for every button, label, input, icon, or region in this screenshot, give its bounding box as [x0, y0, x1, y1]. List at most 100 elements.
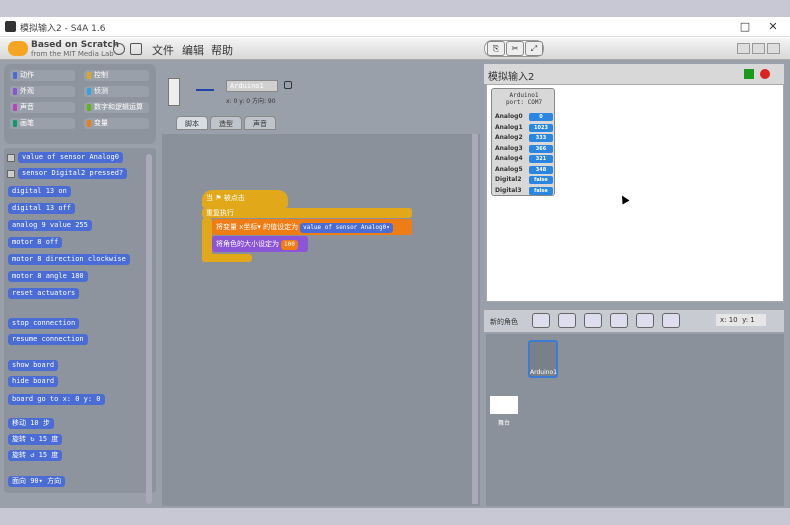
- stage-card[interactable]: [490, 396, 518, 414]
- menu-edit[interactable]: 编辑: [182, 42, 204, 58]
- category-label: 声音: [20, 103, 34, 111]
- stage-title: 模拟输入2: [488, 72, 535, 83]
- watcher-value: false: [529, 186, 553, 195]
- palette-block[interactable]: digital 13 on: [8, 186, 71, 197]
- palette-block[interactable]: 旋转 ↻ 15 度: [8, 434, 63, 445]
- script-scrollbar[interactable]: [472, 134, 478, 504]
- watcher-value: false: [529, 176, 553, 184]
- globe-icon[interactable]: [113, 43, 125, 55]
- category-3[interactable]: 侦测: [84, 86, 149, 97]
- watcher-row: Digital3 false: [495, 186, 555, 196]
- sprite-coords: x: 0 y: 0 方向: 90: [226, 98, 276, 105]
- normal-stage-icon[interactable]: [752, 43, 765, 54]
- category-label: 外观: [20, 87, 34, 95]
- category-color-chip: [87, 120, 91, 127]
- presentation-icon[interactable]: [767, 43, 780, 54]
- desktop-strip: [0, 508, 790, 525]
- palette-block[interactable]: stop connection: [8, 318, 80, 329]
- block-palette: value of sensor Analog0 sensor Digital2 p…: [4, 148, 156, 493]
- category-0[interactable]: 动作: [10, 70, 75, 81]
- tab-scripts[interactable]: 脚本: [176, 116, 208, 130]
- palette-block[interactable]: sensor Digital2 pressed?: [18, 168, 128, 179]
- palette-scrollbar[interactable]: [146, 154, 152, 504]
- green-flag-icon[interactable]: [744, 69, 754, 79]
- arduino-sprite-icon[interactable]: [610, 313, 628, 328]
- watcher-label: Analog1: [495, 123, 523, 131]
- scratch-logo-icon: [8, 41, 28, 56]
- forever-block-arm: [202, 218, 212, 258]
- watcher-label: Digital3: [495, 186, 522, 194]
- size-input[interactable]: 100: [281, 240, 298, 250]
- sensor-reporter[interactable]: value of sensor Analog0▾: [300, 223, 393, 233]
- scissors-icon[interactable]: ✂: [506, 41, 524, 56]
- logo-line2: from the MIT Media Lab: [31, 50, 114, 58]
- watcher-row: Analog5 348: [495, 165, 555, 175]
- category-1[interactable]: 控制: [84, 70, 149, 81]
- save-icon[interactable]: [130, 43, 142, 55]
- category-label: 数字和逻辑运算: [94, 103, 143, 111]
- category-5[interactable]: 数字和逻辑运算: [84, 102, 149, 113]
- palette-block[interactable]: motor 8 angle 180: [8, 271, 88, 282]
- new-sprite-bar: 新的角色 x: 10 y: 1: [484, 310, 784, 332]
- tab-costumes[interactable]: 造型: [210, 116, 242, 130]
- watcher-label: Digital2: [495, 176, 522, 183]
- title-bar: 模拟输入2 - S4A 1.6 □ ✕: [0, 17, 790, 37]
- top-toolbar: Based on Scratch from the MIT Media Lab …: [0, 38, 790, 60]
- category-color-chip: [87, 88, 91, 95]
- grow-icon[interactable]: ⤢: [525, 41, 543, 56]
- sprite-card-label: Arduino1: [530, 369, 558, 376]
- set-variable-block[interactable]: 将变量 x坐标▾ 的值设定为 value of sensor Analog0▾: [212, 219, 412, 235]
- sprite-card[interactable]: Arduino1: [528, 340, 558, 378]
- category-6[interactable]: 画笔: [10, 118, 75, 129]
- set-size-block[interactable]: 将角色的大小设定为 100: [212, 236, 308, 252]
- mouse-cursor-icon: [618, 193, 630, 205]
- paint-sprite-icon[interactable]: [532, 313, 550, 328]
- menu-help[interactable]: 帮助: [211, 42, 233, 58]
- palette-block[interactable]: 旋转 ↺ 15 度: [8, 450, 63, 461]
- palette-block[interactable]: digital 13 off: [8, 203, 76, 214]
- category-2[interactable]: 外观: [10, 86, 75, 97]
- tab-sounds[interactable]: 声音: [244, 116, 276, 130]
- watcher-checkbox[interactable]: [7, 154, 15, 162]
- when-flag-clicked-block[interactable]: 当 ⚑ 被点击: [202, 190, 288, 208]
- choose-sprite-icon[interactable]: [558, 313, 576, 328]
- palette-block[interactable]: board go to x: 0 y: 0: [8, 394, 105, 405]
- watcher-checkbox[interactable]: [7, 170, 15, 178]
- palette-block[interactable]: show board: [8, 360, 59, 371]
- watcher-label: Analog4: [495, 155, 523, 162]
- lock-icon[interactable]: [284, 81, 292, 89]
- random-sprite-icon[interactable]: [584, 313, 602, 328]
- app-icon: [5, 21, 16, 32]
- palette-block[interactable]: reset actuators: [8, 288, 80, 299]
- minimize-icon[interactable]: □: [734, 19, 756, 35]
- sprite-header: Arduino1 x: 0 y: 0 方向: 90 脚本 造型 声音: [160, 64, 482, 134]
- palette-block[interactable]: resume connection: [8, 334, 88, 345]
- palette-block[interactable]: motor 8 off: [8, 237, 63, 248]
- category-color-chip: [13, 120, 17, 127]
- sprite-name-field[interactable]: Arduino1: [226, 80, 278, 92]
- sensor-board-watcher[interactable]: Arduino1 port: COM7 Analog0 0 Analog1 1023 A…: [491, 88, 555, 196]
- close-icon[interactable]: ✕: [762, 19, 784, 35]
- window-title: 模拟输入2 - S4A 1.6: [20, 24, 106, 34]
- category-7[interactable]: 变量: [84, 118, 149, 129]
- category-4[interactable]: 声音: [10, 102, 75, 113]
- monitor-sprite-icon[interactable]: [662, 313, 680, 328]
- palette-block[interactable]: analog 9 value 255: [8, 220, 92, 231]
- palette-block[interactable]: value of sensor Analog0: [18, 152, 123, 163]
- duplicate-icon[interactable]: ⎘: [487, 41, 505, 56]
- watcher-label: Analog3: [495, 144, 523, 152]
- sprite-rotation-icon[interactable]: [168, 78, 180, 106]
- palette-block[interactable]: hide board: [8, 376, 59, 387]
- board-title: Arduino1 port: COM7: [505, 92, 543, 106]
- stop-icon[interactable]: [760, 69, 770, 79]
- palette-block[interactable]: 移动 10 步: [8, 418, 54, 429]
- menu-file[interactable]: 文件: [152, 42, 174, 58]
- forever-block[interactable]: 重复执行: [202, 208, 412, 218]
- small-stage-icon[interactable]: [737, 43, 750, 54]
- palette-block[interactable]: 面向 90▾ 方向: [8, 476, 66, 487]
- palette-block[interactable]: motor 8 direction clockwise: [8, 254, 130, 265]
- category-label: 变量: [94, 119, 108, 127]
- stage[interactable]: Arduino1 port: COM7 Analog0 0 Analog1 1023 A…: [486, 84, 784, 302]
- board-sprite-icon[interactable]: [636, 313, 654, 328]
- script-area[interactable]: 当 ⚑ 被点击 重复执行 将变量 x坐标▾ 的值设定为 value of sens…: [162, 134, 480, 506]
